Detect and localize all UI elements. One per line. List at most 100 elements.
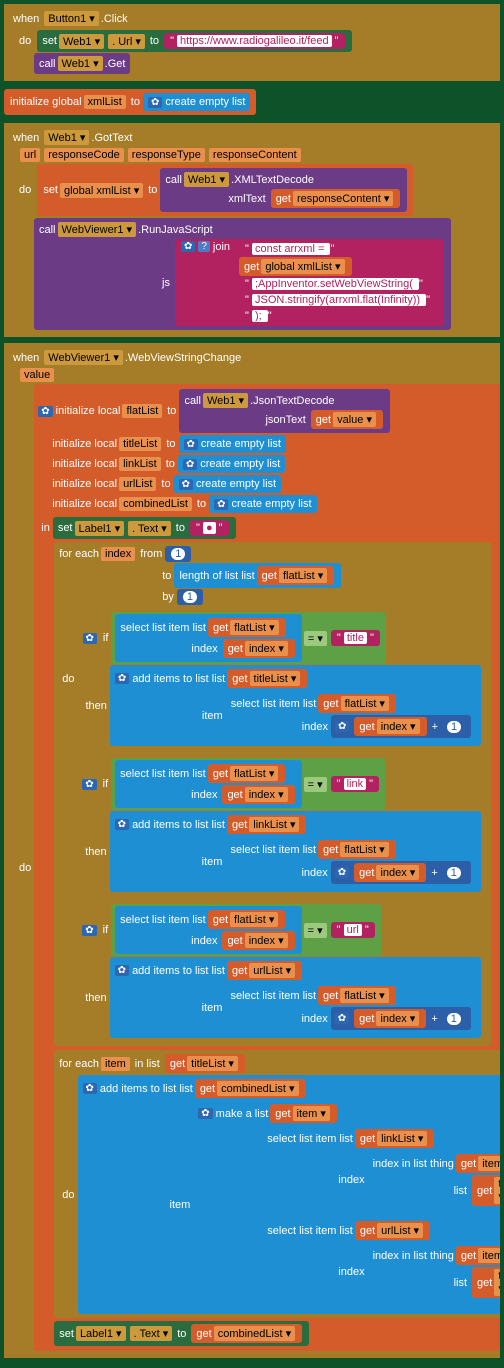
dditem2[interactable]: item ▾ xyxy=(478,1248,500,1263)
gi3b[interactable]: getindex ▾ xyxy=(354,1009,426,1028)
math-plus-1[interactable]: ✿getindex ▾+1 xyxy=(331,715,471,738)
gitem1[interactable]: getitem ▾ xyxy=(456,1154,500,1173)
if-title[interactable]: ✿if select list item listgetflatList ▾ i… xyxy=(78,608,487,750)
for-each-item[interactable]: for eachitemin listgettitleList ▾ do ✿ad… xyxy=(54,1050,500,1318)
get-urllist-3[interactable]: geturlList ▾ xyxy=(227,961,302,980)
dd-value[interactable]: value ▾ xyxy=(333,412,376,427)
help-icon[interactable]: ? xyxy=(198,241,210,252)
gtl2[interactable]: gettitleList ▾ xyxy=(472,1267,500,1298)
dd-label1[interactable]: Label1 ▾ xyxy=(75,521,125,536)
gi3[interactable]: getindex ▾ xyxy=(222,931,294,950)
ddf2[interactable]: flatList ▾ xyxy=(230,766,278,781)
dd-text-prop-f[interactable]: . Text ▾ xyxy=(130,1326,173,1341)
init-local-block[interactable]: ✿ initialize local flatList to callWeb1 … xyxy=(34,384,500,1351)
call-web1-get[interactable]: call Web1 ▾ .Get xyxy=(34,53,130,74)
join-seg-1[interactable]: " const arrxml = " xyxy=(239,241,340,257)
set-global-xmllist[interactable]: set global xmlList ▾ to call Web1 ▾ .XML… xyxy=(37,164,413,216)
add-combinedlist[interactable]: ✿add items to list listgetcombinedList ▾… xyxy=(78,1075,501,1314)
gear-c3[interactable]: ✿ xyxy=(179,479,193,490)
gitem2[interactable]: getitem ▾ xyxy=(456,1246,500,1265)
gear-m1[interactable]: ✿ xyxy=(335,721,349,732)
sel-flat-1b[interactable]: select list item listgetflatList ▾ index… xyxy=(226,690,476,742)
cel-3[interactable]: ✿create empty list xyxy=(174,475,281,493)
set-label1-combined[interactable]: set Label1 ▾ . Text ▾ to getcombinedList… xyxy=(54,1321,309,1346)
get-flat-1b[interactable]: getflatList ▾ xyxy=(318,694,396,713)
ddt1[interactable]: titleList ▾ xyxy=(250,671,301,686)
gear-a3[interactable]: ✿ xyxy=(115,965,129,976)
gear-if3[interactable]: ✿ xyxy=(82,925,96,936)
if-link[interactable]: ✿if select list item listgetflatList ▾ i… xyxy=(77,754,486,896)
eq-link[interactable]: select list item listgetflatList ▾ index… xyxy=(111,758,385,810)
ddtl2[interactable]: titleList ▾ xyxy=(494,1269,500,1296)
cel-1[interactable]: ✿create empty list xyxy=(179,435,286,453)
event-webviewstringchange[interactable]: when WebViewer1 ▾ .WebViewStringChange v… xyxy=(4,343,500,1358)
dd-global-xmllist[interactable]: global xmlList ▾ xyxy=(60,183,143,198)
gear-icon-2[interactable]: ✿ xyxy=(181,241,195,252)
ddf3[interactable]: flatList ▾ xyxy=(230,912,278,927)
eq-url[interactable]: select list item listgetflatList ▾ index… xyxy=(111,904,381,956)
eq-op-2[interactable]: = ▾ xyxy=(304,777,327,792)
varname-xmllist[interactable]: xmlList xyxy=(84,95,126,109)
gear-a1[interactable]: ✿ xyxy=(115,673,129,684)
dd-web1[interactable]: Web1 ▾ xyxy=(59,34,104,49)
dd-button1[interactable]: Button1 ▾ xyxy=(44,11,99,26)
ddi2b[interactable]: index ▾ xyxy=(376,865,419,880)
get-linklist-2[interactable]: getlinkList ▾ xyxy=(227,815,307,834)
sel-flat-2b[interactable]: select list item listgetflatList ▾ index… xyxy=(225,836,475,888)
ddi1b[interactable]: index ▾ xyxy=(377,719,420,734)
gf3[interactable]: getflatList ▾ xyxy=(208,910,286,929)
add-linklist[interactable]: ✿add items to list listgetlinkList ▾ ite… xyxy=(110,811,481,892)
for-each-index[interactable]: for eachindexfrom1 tolength of list list… xyxy=(54,542,491,1046)
ddi1[interactable]: index ▾ xyxy=(245,641,288,656)
sel-flat-3[interactable]: select list item listgetflatList ▾ index… xyxy=(115,906,301,954)
ddt-iter[interactable]: titleList ▾ xyxy=(187,1056,238,1071)
dd-web1-c[interactable]: Web1 ▾ xyxy=(44,130,89,145)
dd-gxml[interactable]: global xmlList ▾ xyxy=(261,259,344,274)
text-bullet[interactable]: " ● " xyxy=(190,520,229,536)
gear-if1[interactable]: ✿ xyxy=(83,633,97,644)
idx-in-title-2[interactable]: index in list thinggetitem ▾ listgettitl… xyxy=(368,1242,500,1302)
get-item-m[interactable]: getitem ▾ xyxy=(270,1104,337,1123)
var-index[interactable]: index xyxy=(101,547,135,561)
var-item[interactable]: item xyxy=(101,1057,130,1071)
create-empty-list[interactable]: ✿ create empty list xyxy=(143,93,250,111)
dd-web1-b[interactable]: Web1 ▾ xyxy=(58,56,103,71)
dd-label1-f[interactable]: Label1 ▾ xyxy=(76,1326,126,1341)
get-titlelist-iter[interactable]: gettitleList ▾ xyxy=(165,1054,245,1073)
dd-flat-a[interactable]: flatList ▾ xyxy=(279,568,327,583)
set-web1-url[interactable]: set Web1 ▾ . Url ▾ to " https://www.radi… xyxy=(37,30,351,52)
gear-ac[interactable]: ✿ xyxy=(83,1083,97,1094)
gf2[interactable]: getflatList ▾ xyxy=(208,764,286,783)
get-titlelist-1[interactable]: gettitleList ▾ xyxy=(227,669,307,688)
get-comb[interactable]: getcombinedList ▾ xyxy=(195,1079,306,1098)
gear-a2[interactable]: ✿ xyxy=(115,819,129,830)
text-title[interactable]: " title " xyxy=(331,630,380,646)
dd-url-prop[interactable]: . Url ▾ xyxy=(108,34,145,49)
ddf1b[interactable]: flatList ▾ xyxy=(341,696,389,711)
num-1c[interactable]: 1 xyxy=(441,719,467,735)
dd-text-prop[interactable]: . Text ▾ xyxy=(128,521,171,536)
ddc[interactable]: combinedList ▾ xyxy=(217,1081,298,1096)
gear-c1[interactable]: ✿ xyxy=(184,439,198,450)
ddcf[interactable]: combinedList ▾ xyxy=(214,1326,295,1341)
sel-linklist[interactable]: select list item listgetlinkList ▾ index… xyxy=(262,1125,500,1214)
num-1e[interactable]: 1 xyxy=(441,1011,467,1027)
ddu3[interactable]: urlList ▾ xyxy=(249,963,295,978)
text-url[interactable]: " https://www.radiogalileo.it/feed " xyxy=(164,33,345,49)
get-idx-1b[interactable]: getindex ▾ xyxy=(354,717,426,736)
gear-c4[interactable]: ✿ xyxy=(214,499,228,510)
text-url-s[interactable]: " url " xyxy=(331,922,375,938)
dd-webviewer1-b[interactable]: WebViewer1 ▾ xyxy=(44,350,123,365)
add-titlelist[interactable]: ✿add items to list listgettitleList ▾ it… xyxy=(110,665,481,746)
dd-web1-e[interactable]: Web1 ▾ xyxy=(203,393,248,408)
ddll[interactable]: linkList ▾ xyxy=(377,1131,427,1146)
gear-m2[interactable]: ✿ xyxy=(335,867,349,878)
sel-flat-1[interactable]: select list item listgetflatList ▾ index… xyxy=(115,614,301,662)
ddf2b[interactable]: flatList ▾ xyxy=(340,842,388,857)
set-label1-text[interactable]: set Label1 ▾ . Text ▾ to " ● " xyxy=(53,517,236,539)
dd-responsecontent[interactable]: responseContent ▾ xyxy=(293,191,393,206)
eq-title[interactable]: select list item listgetflatList ▾ index… xyxy=(111,612,386,664)
ddul[interactable]: urlList ▾ xyxy=(377,1223,423,1238)
add-urllist[interactable]: ✿add items to list listgeturlList ▾ item… xyxy=(110,957,481,1038)
var-combinedlist[interactable]: combinedList xyxy=(119,497,192,511)
